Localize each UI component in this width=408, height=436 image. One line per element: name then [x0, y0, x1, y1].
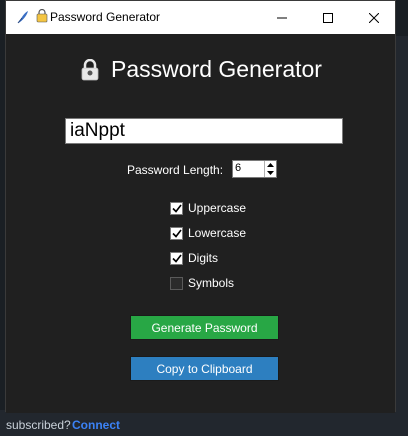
spin-up-button[interactable]	[265, 161, 276, 169]
page-title-text: Password Generator	[111, 56, 322, 82]
close-button[interactable]	[351, 1, 397, 34]
minimize-button[interactable]	[259, 1, 305, 34]
background-text: subscribed?	[6, 418, 71, 432]
copy-to-clipboard-button[interactable]: Copy to Clipboard	[130, 356, 279, 381]
spin-arrows	[264, 161, 276, 177]
lowercase-label: Lowercase	[188, 226, 247, 240]
symbols-checkbox[interactable]	[170, 276, 183, 290]
maximize-icon	[323, 12, 333, 23]
uppercase-option[interactable]: Uppercase	[170, 200, 246, 216]
chevron-up-icon	[267, 163, 274, 167]
uppercase-label: Uppercase	[188, 201, 247, 215]
password-length-spinbox[interactable]: 6	[232, 160, 277, 178]
spin-down-button[interactable]	[265, 169, 276, 177]
password-length-label: Password Length:	[127, 163, 224, 177]
symbols-option[interactable]: Symbols	[170, 275, 234, 291]
app-window: Password Generator Password Generator ia…	[5, 0, 396, 413]
lowercase-checkbox[interactable]	[170, 226, 183, 240]
background-link[interactable]: Connect	[72, 418, 120, 432]
title-bar: Password Generator	[6, 1, 395, 34]
lock-emoji-icon	[81, 58, 99, 80]
background-footer: subscribed? Connect	[0, 410, 408, 436]
minimize-icon	[277, 17, 287, 18]
digits-option[interactable]: Digits	[170, 250, 218, 266]
maximize-button[interactable]	[305, 1, 351, 34]
window-title: Password Generator	[50, 10, 161, 24]
checkmark-icon	[171, 204, 182, 213]
close-icon	[369, 12, 379, 23]
checkmark-icon	[171, 254, 182, 263]
background-panel	[396, 36, 408, 436]
lowercase-option[interactable]: Lowercase	[170, 225, 246, 241]
feather-icon	[17, 11, 28, 24]
page-title: Password Generator	[6, 56, 395, 83]
password-output-field[interactable]: iaNppt	[65, 118, 343, 144]
digits-label: Digits	[188, 251, 219, 265]
symbols-label: Symbols	[188, 276, 235, 290]
password-length-value: 6	[235, 162, 242, 174]
generate-password-button[interactable]: Generate Password	[130, 315, 279, 340]
main-content: Password Generator iaNppt Password Lengt…	[6, 34, 395, 413]
checkmark-icon	[171, 229, 182, 238]
chevron-down-icon	[267, 171, 274, 175]
digits-checkbox[interactable]	[170, 251, 183, 265]
uppercase-checkbox[interactable]	[170, 201, 183, 215]
emoji-icon	[36, 9, 48, 23]
